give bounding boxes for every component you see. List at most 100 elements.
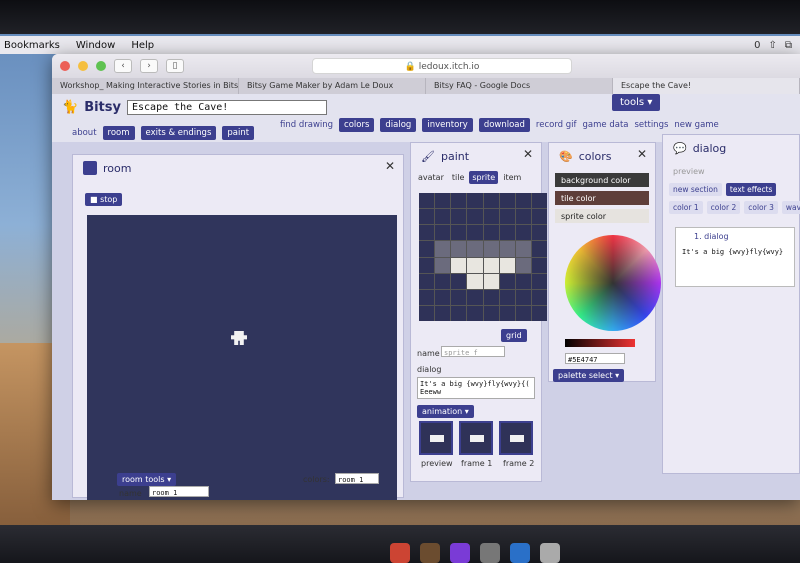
workspace: room ✕ ■ stop room tools ▾ name room 1 c…	[52, 134, 800, 500]
dialog-button[interactable]: dialog	[380, 118, 417, 132]
room-panel-header: room	[73, 155, 403, 181]
player-sprite	[231, 331, 247, 345]
color-2-button[interactable]: color 2	[706, 201, 741, 214]
frame-2-label: frame 2	[503, 459, 535, 468]
colors-button[interactable]: colors	[339, 118, 375, 132]
menubar-status: 0 ⇧ ⧉	[754, 40, 800, 51]
room-tools-dropdown[interactable]: room tools ▾	[117, 473, 177, 486]
paint-title: paint	[440, 149, 470, 163]
settings-button[interactable]: settings	[635, 120, 669, 130]
brush-icon: 🖌	[421, 149, 435, 163]
color-wheel[interactable]	[565, 235, 661, 331]
sprite-dialog-input[interactable]: It's a big {wvy}fly{wvy}{( Eeeww	[417, 377, 535, 399]
dialog-section: 1. dialog It's a big {wvy}fly{wvy}	[675, 227, 795, 287]
dialog-label: dialog	[417, 365, 442, 374]
dock-app-icon[interactable]	[390, 543, 410, 563]
room-canvas[interactable]	[87, 215, 397, 500]
background-color-option[interactable]: background color	[555, 173, 649, 187]
game-data-button[interactable]: game data	[583, 120, 629, 130]
tab-item[interactable]: item	[500, 171, 524, 184]
browser-chrome: ‹ › ▯ 🔒 ledoux.itch.io	[52, 54, 800, 78]
mac-menubar: Bookmarks Window Help 0 ⇧ ⧉	[0, 36, 800, 54]
room-colors-select[interactable]: room 1	[335, 473, 379, 484]
paint-panel: 🖌 paint ✕ avatar tile sprite item grid n…	[410, 142, 547, 482]
sidebar-icon[interactable]: ▯	[166, 59, 184, 73]
stop-button[interactable]: ■ stop	[85, 193, 123, 206]
room-button[interactable]: room	[102, 126, 135, 140]
download-button[interactable]: download	[478, 118, 530, 132]
grid-label: grid	[506, 331, 522, 340]
inventory-button[interactable]: inventory	[422, 118, 473, 132]
dock-app-icon[interactable]	[480, 543, 500, 563]
text-effects-button[interactable]: text effects	[725, 183, 777, 196]
dialog-panel: 💬 dialog preview new section text effect…	[662, 134, 800, 474]
animation-frame-1[interactable]	[459, 421, 493, 455]
tools-label: tools	[620, 97, 645, 108]
brightness-slider[interactable]	[565, 339, 635, 347]
dialog-section-text[interactable]: It's a big {wvy}fly{wvy}	[680, 246, 790, 268]
dock-app-icon[interactable]	[420, 543, 440, 563]
dock-app-icon[interactable]	[450, 543, 470, 563]
find-drawing-button[interactable]: find drawing	[280, 120, 333, 130]
grid-toggle[interactable]: grid	[501, 329, 527, 342]
sprite-name-input[interactable]: sprite f	[441, 346, 505, 357]
paint-canvas[interactable]	[419, 193, 547, 321]
dialog-panel-header: 💬 dialog	[663, 135, 799, 161]
maximize-window-icon[interactable]	[96, 61, 106, 71]
tab-workshop-pdf[interactable]: Workshop_ Making Interactive Stories in …	[52, 78, 239, 94]
dock-app-icon[interactable]	[510, 543, 530, 563]
tab-tile[interactable]: tile	[449, 171, 468, 184]
dialog-title: dialog	[692, 141, 727, 155]
tab-sprite[interactable]: sprite	[469, 171, 499, 184]
tabs-icon[interactable]: ⧉	[785, 40, 792, 51]
new-game-button[interactable]: new game	[674, 120, 718, 130]
tile-color-option[interactable]: tile color	[555, 191, 649, 205]
animation-frame-2[interactable]	[499, 421, 533, 455]
color-1-button[interactable]: color 1	[669, 201, 703, 214]
colors-label: colors:	[303, 475, 330, 484]
room-tools-label: room tools	[122, 475, 165, 484]
tab-avatar[interactable]: avatar	[415, 171, 447, 184]
toolbar-row-2-left: about room exits & endings paint	[72, 126, 255, 140]
paint-tabs: avatar tile sprite item	[415, 171, 524, 184]
menu-help[interactable]: Help	[131, 40, 154, 51]
wavy-button[interactable]: wavy	[781, 201, 800, 214]
toolbar-row-2-right: find drawing colors dialog inventory dow…	[280, 118, 719, 132]
paint-button[interactable]: paint	[222, 126, 255, 140]
hex-input[interactable]: #5E4747	[565, 353, 625, 364]
dialog-preview-button[interactable]: preview	[673, 167, 705, 176]
tools-button[interactable]: tools ▾	[612, 94, 661, 111]
animation-dropdown[interactable]: animation ▾	[417, 405, 474, 418]
menu-window[interactable]: Window	[76, 40, 115, 51]
game-title-input[interactable]: Escape the Cave!	[126, 100, 327, 115]
dialog-section-title: 1. dialog	[694, 232, 729, 241]
close-icon[interactable]: ✕	[385, 159, 395, 173]
forward-icon[interactable]: ›	[140, 59, 158, 73]
tab-bitsy-maker[interactable]: Bitsy Game Maker by Adam Le Doux	[239, 78, 426, 94]
address-bar[interactable]: 🔒 ledoux.itch.io	[312, 58, 572, 74]
about-button[interactable]: about	[72, 128, 97, 138]
tab-escape-cave[interactable]: Escape the Cave!	[613, 78, 800, 94]
menu-bookmarks[interactable]: Bookmarks	[4, 40, 60, 51]
sprite-name-label: name	[417, 349, 440, 358]
back-icon[interactable]: ‹	[114, 59, 132, 73]
minimize-window-icon[interactable]	[78, 61, 88, 71]
room-name-label: name	[119, 489, 142, 498]
record-gif-button[interactable]: record gif	[536, 120, 577, 130]
sprite-color-option[interactable]: sprite color	[555, 209, 649, 223]
close-window-icon[interactable]	[60, 61, 70, 71]
close-icon[interactable]: ✕	[523, 147, 533, 161]
trash-icon[interactable]	[540, 543, 560, 563]
menubar-badge[interactable]: 0	[754, 40, 760, 51]
close-icon[interactable]: ✕	[637, 147, 647, 161]
new-section-button[interactable]: new section	[669, 183, 722, 196]
palette-select-dropdown[interactable]: palette select ▾	[553, 369, 625, 382]
bitsy-logo: Bitsy	[84, 100, 121, 115]
room-name-input[interactable]: room 1	[149, 486, 209, 497]
animation-preview	[419, 421, 453, 455]
share-icon[interactable]: ⇧	[768, 40, 776, 51]
toolbar-row-1: 🐈 Bitsy Escape the Cave!	[62, 100, 327, 115]
color-3-button[interactable]: color 3	[744, 201, 778, 214]
exits-endings-button[interactable]: exits & endings	[140, 126, 217, 140]
tab-bitsy-faq[interactable]: Bitsy FAQ - Google Docs	[426, 78, 613, 94]
